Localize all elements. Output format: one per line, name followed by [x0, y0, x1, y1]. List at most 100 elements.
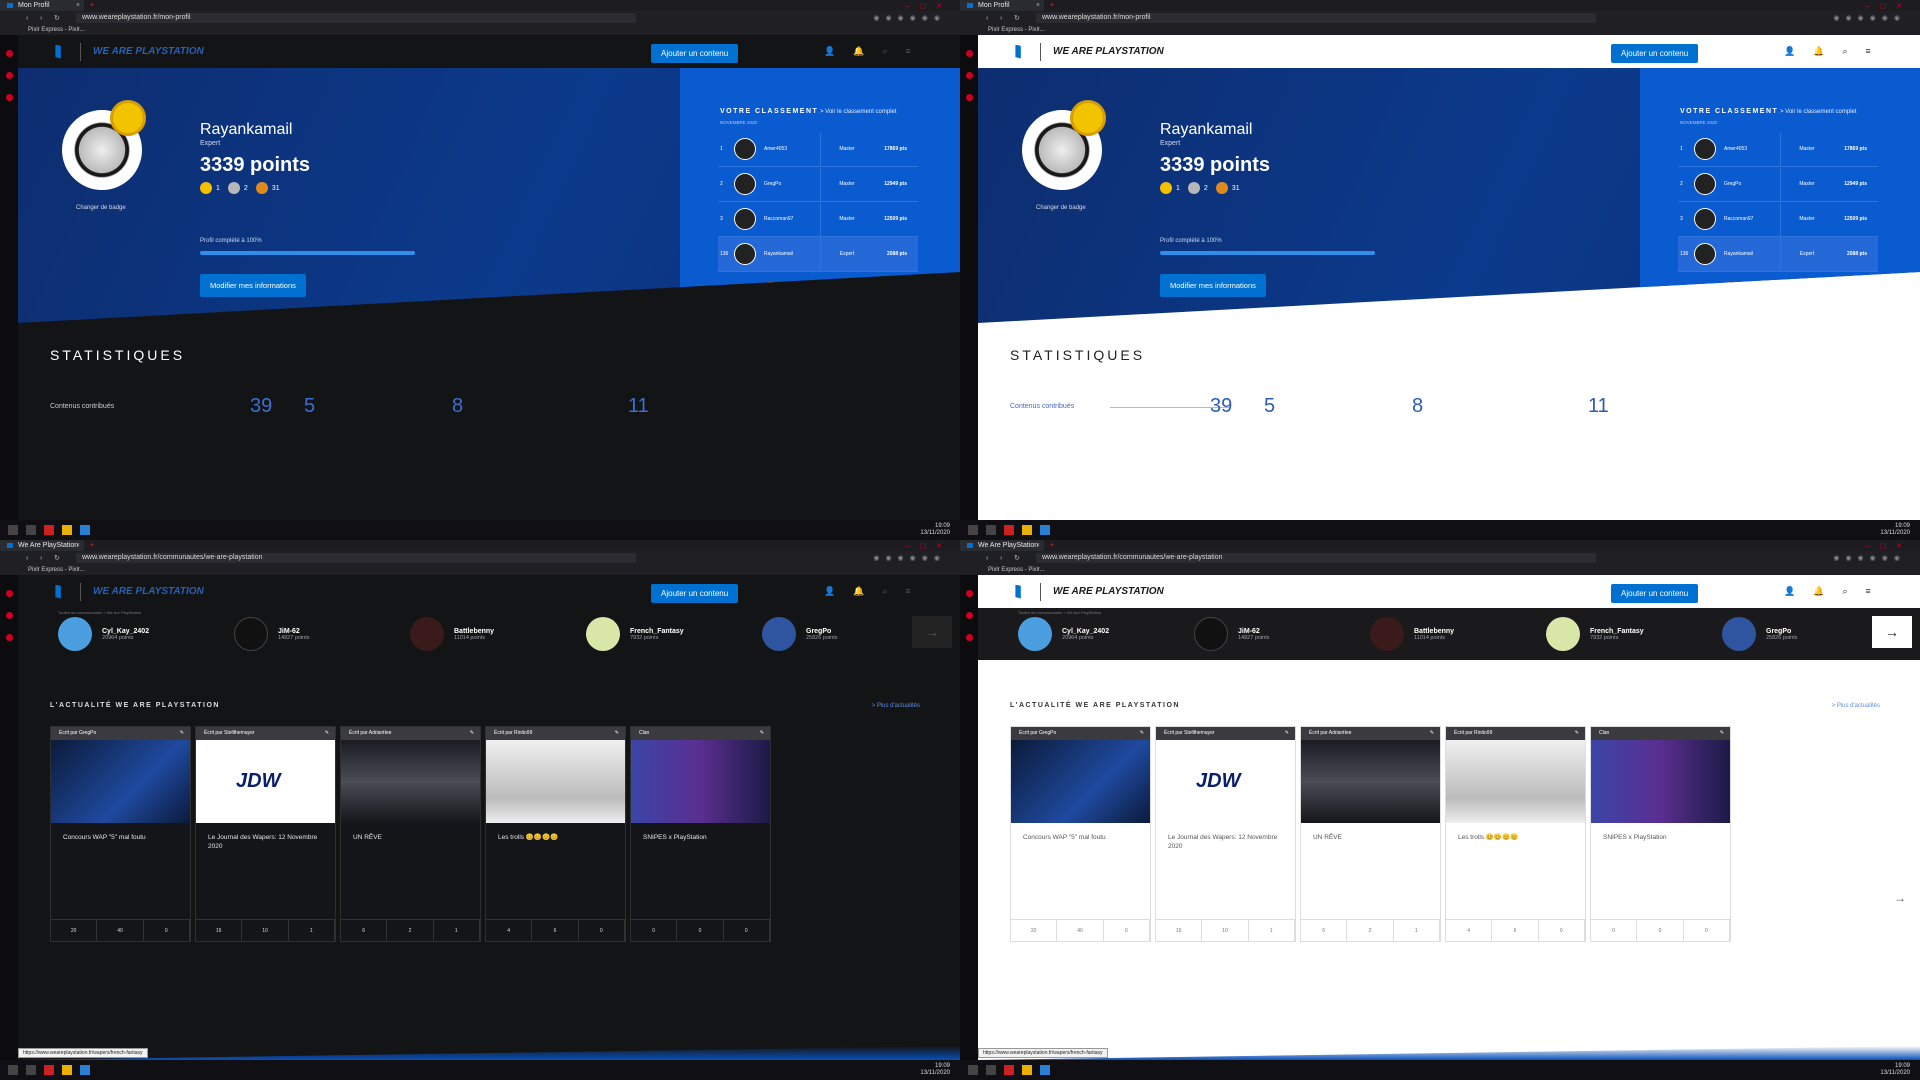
comment-count[interactable]: 6: [532, 920, 579, 941]
card-image[interactable]: [1011, 740, 1150, 823]
ranking-row[interactable]: 136 Rayankamail Expert 2088 pts: [718, 237, 918, 272]
edit-info-button[interactable]: Modifier mes informations: [1160, 274, 1266, 297]
news-card[interactable]: Écrit par Rinito99 ✎ Les trolls 😊😊😊😊 4 6 0: [1445, 726, 1586, 942]
news-card[interactable]: Écrit par Adrianttee ✎ UN RÊVE 6 2 1: [340, 726, 481, 942]
card-title[interactable]: SNIPES x PlayStation: [631, 823, 770, 871]
card-image[interactable]: [486, 740, 625, 823]
playstation-logo-icon[interactable]: [55, 584, 61, 599]
user-icon[interactable]: 👤: [824, 46, 835, 57]
news-card[interactable]: Clan ✎ SNIPES x PlayStation 0 0 0: [1590, 726, 1731, 942]
app-icon[interactable]: [1040, 1065, 1050, 1075]
edit-info-button[interactable]: Modifier mes informations: [200, 274, 306, 297]
change-badge-link[interactable]: Changer de badge: [76, 205, 126, 211]
comment-count[interactable]: 40: [1057, 920, 1104, 941]
ranking-row[interactable]: 1 Amer4053 Master 17869 pts: [718, 132, 918, 167]
close-icon[interactable]: ×: [76, 540, 80, 551]
search-icon[interactable]: ⌕: [882, 586, 887, 597]
user-item[interactable]: Cyl_Kay_2402 20964 points: [58, 617, 234, 651]
share-count[interactable]: 0: [144, 920, 190, 941]
clock[interactable]: 19:09 13/11/2020: [920, 1063, 960, 1077]
next-arrow-icon[interactable]: →: [1872, 616, 1912, 648]
ranking-row[interactable]: 2 GregPo Master 12949 pts: [718, 167, 918, 202]
news-card[interactable]: Écrit par Stellthemayer ✎ JDW Le Journal de…: [1155, 726, 1296, 942]
tab-profile[interactable]: Mon Profil ×: [0, 0, 84, 11]
ranking-row[interactable]: 1 Amer4053 Master 17869 pts: [1678, 132, 1878, 167]
user-item[interactable]: French_Fantasy 7932 points: [1546, 617, 1722, 651]
share-count[interactable]: 0: [724, 920, 770, 941]
url-field[interactable]: www.weareplaystation.fr/communautes/we-a…: [1036, 553, 1596, 563]
close-icon[interactable]: ×: [76, 0, 80, 11]
start-icon[interactable]: [8, 525, 18, 535]
share-count[interactable]: 0: [1104, 920, 1150, 941]
ranking-row[interactable]: 3 Raccoman97 Master 12509 pts: [718, 202, 918, 237]
edit-icon[interactable]: ✎: [1285, 727, 1289, 740]
browser-icon[interactable]: [1004, 1065, 1014, 1075]
start-icon[interactable]: [968, 525, 978, 535]
edit-icon[interactable]: ✎: [615, 727, 619, 740]
reload-icon[interactable]: ↻: [54, 554, 68, 562]
like-count[interactable]: 16: [196, 920, 243, 941]
change-badge-link[interactable]: Changer de badge: [1036, 205, 1086, 211]
search-icon[interactable]: [986, 525, 996, 535]
comment-count[interactable]: 10: [242, 920, 289, 941]
share-count[interactable]: 0: [1684, 920, 1730, 941]
close-icon[interactable]: ×: [1036, 0, 1040, 11]
card-image[interactable]: [341, 740, 480, 823]
menu-icon[interactable]: ≡: [1865, 46, 1870, 57]
clock[interactable]: 19:09 13/11/2020: [1880, 523, 1920, 537]
news-card[interactable]: Écrit par GregPo ✎ Concours WAP "5" mal fo…: [50, 726, 191, 942]
share-count[interactable]: 1: [1249, 920, 1295, 941]
bell-icon[interactable]: 🔔: [853, 586, 864, 597]
user-icon[interactable]: 👤: [1784, 46, 1795, 57]
new-tab-icon[interactable]: +: [84, 2, 94, 9]
promo-banner[interactable]: Plus que 2318 pts avant les 10 € offerts…: [1728, 282, 1920, 294]
bell-icon[interactable]: 🔔: [1813, 586, 1824, 597]
user-icon[interactable]: 👤: [1784, 586, 1795, 597]
search-icon[interactable]: ⌕: [882, 46, 887, 57]
bookmark-item[interactable]: Pixlr Express - Pixlr...: [0, 565, 960, 575]
card-title[interactable]: UN RÊVE: [1301, 823, 1440, 871]
edit-icon[interactable]: ✎: [1575, 727, 1579, 740]
add-content-button[interactable]: Ajouter un contenu: [1611, 44, 1699, 63]
ranking-link[interactable]: > Voir le classement complet: [1780, 109, 1857, 115]
playstation-logo-icon[interactable]: [1015, 44, 1021, 59]
user-item[interactable]: Cyl_Kay_2402 20964 points: [1018, 617, 1194, 651]
promo-banner[interactable]: Plus que 2318 pts avant les 10 € offerts…: [768, 282, 960, 294]
edit-icon[interactable]: ✎: [760, 727, 764, 740]
sidebar-icon[interactable]: [5, 72, 13, 79]
sidebar-icon[interactable]: [5, 94, 13, 101]
news-card[interactable]: Écrit par Adrianttee ✎ UN RÊVE 6 2 1: [1300, 726, 1441, 942]
user-item[interactable]: JiM-62 14827 points: [1194, 617, 1370, 651]
browser-icon[interactable]: [44, 1065, 54, 1075]
folder-icon[interactable]: [62, 525, 72, 535]
tab-community[interactable]: We Are PlayStation ×: [0, 540, 84, 551]
card-image[interactable]: JDW: [1156, 740, 1295, 823]
news-card[interactable]: Écrit par GregPo ✎ Concours WAP "5" mal fo…: [1010, 726, 1151, 942]
like-count[interactable]: 0: [631, 920, 678, 941]
forward-icon[interactable]: ›: [40, 15, 54, 22]
new-tab-icon[interactable]: +: [84, 542, 94, 549]
reload-icon[interactable]: ↻: [54, 14, 68, 22]
bookmark-item[interactable]: Pixlr Express - Pixlr...: [960, 565, 1920, 575]
back-icon[interactable]: ‹: [26, 15, 40, 22]
forward-icon[interactable]: ›: [1000, 555, 1014, 562]
sidebar-icon[interactable]: [5, 612, 13, 619]
bell-icon[interactable]: 🔔: [853, 46, 864, 57]
extension-icons[interactable]: ◉◉◉◉◉◉: [1833, 554, 1920, 562]
news-more-link[interactable]: > Plus d'actualités: [1832, 703, 1880, 709]
comment-count[interactable]: 0: [1637, 920, 1684, 941]
forward-icon[interactable]: ›: [1000, 15, 1014, 22]
sidebar-icon[interactable]: [5, 50, 13, 57]
card-title[interactable]: Concours WAP "5" mal foutu: [51, 823, 190, 871]
window-controls[interactable]: –▢✕: [1866, 2, 1920, 10]
comment-count[interactable]: 10: [1202, 920, 1249, 941]
add-content-button[interactable]: Ajouter un contenu: [651, 44, 739, 63]
brand-logo[interactable]: WE ARE PLAYSTATION: [1053, 586, 1164, 597]
extension-icons[interactable]: ◉◉◉◉◉◉: [1833, 14, 1920, 22]
sidebar-icon[interactable]: [965, 634, 973, 641]
news-card[interactable]: Écrit par Rinito99 ✎ Les trolls 😊😊😊😊 4 6 0: [485, 726, 626, 942]
sidebar-icon[interactable]: [5, 590, 13, 597]
comment-count[interactable]: 2: [1347, 920, 1394, 941]
like-count[interactable]: 20: [51, 920, 98, 941]
close-icon[interactable]: ×: [1036, 540, 1040, 551]
